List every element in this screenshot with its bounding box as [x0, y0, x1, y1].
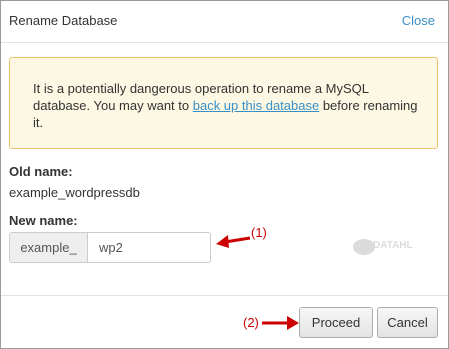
annotation-arrow-2-icon: [262, 316, 299, 330]
proceed-button[interactable]: Proceed: [299, 307, 373, 338]
dialog-header: Rename Database Close: [1, 1, 448, 43]
footer-divider: [1, 295, 448, 296]
annotation-step-1: (1): [251, 225, 267, 240]
old-name-label: Old name:: [9, 164, 73, 179]
new-name-input[interactable]: [87, 232, 211, 263]
datahl-watermark-logo: DATAHL: [351, 236, 413, 263]
annotation-step-2: (2): [243, 315, 259, 330]
backup-database-link[interactable]: back up this database: [193, 98, 319, 113]
close-link[interactable]: Close: [402, 13, 435, 28]
warning-alert: It is a potentially dangerous operation …: [9, 57, 438, 149]
annotation-arrow-1-icon: [216, 235, 251, 248]
warning-text: It is a potentially dangerous operation …: [33, 80, 423, 131]
rename-database-dialog: Rename Database Close It is a potentiall…: [0, 0, 449, 349]
old-name-value: example_wordpressdb: [9, 185, 140, 200]
new-name-input-group: example_: [9, 232, 211, 263]
svg-text:DATAHL: DATAHL: [373, 240, 413, 251]
dialog-title: Rename Database: [9, 13, 118, 28]
cancel-button[interactable]: Cancel: [377, 307, 438, 338]
new-name-label: New name:: [9, 213, 78, 228]
database-prefix: example_: [9, 232, 88, 263]
